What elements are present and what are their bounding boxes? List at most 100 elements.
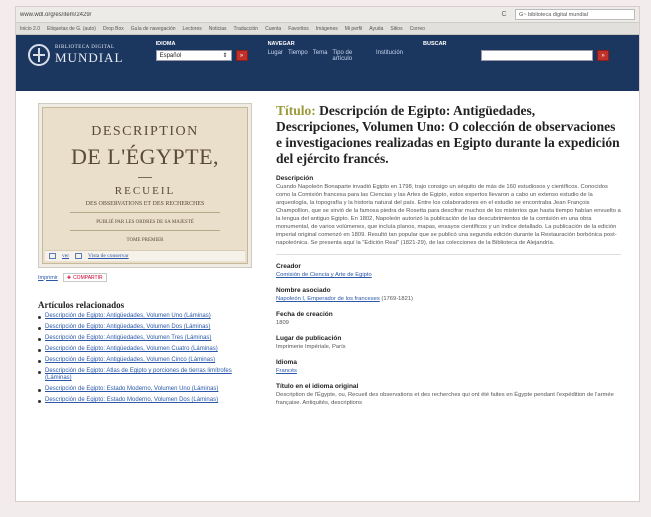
- original-title-label: Título en el idioma original: [276, 383, 359, 390]
- navigate-block: NAVEGAR Lugar Tiempo Tema Tipo de artículo I…: [268, 41, 403, 62]
- share-icon: ✚: [66, 274, 72, 281]
- nav-link[interactable]: Tiempo: [288, 50, 308, 62]
- related-link[interactable]: Descripción de Egipto: Estado Moderno, V…: [45, 386, 218, 393]
- original-title-value: Description de l'Égypte, ou, Recueil des…: [276, 392, 614, 406]
- cover-line-2: DE L'ÉGYPTE,: [70, 144, 220, 169]
- item-language-link[interactable]: Francés: [276, 368, 297, 374]
- language-block: IDIOMA Español ⇕ »: [155, 41, 248, 61]
- title-label: Título:: [276, 103, 316, 118]
- browser-url-bar: www.wdl.org/es/item/2429/ C G~ bibliotec…: [16, 7, 639, 23]
- select-arrows-icon: ⇕: [222, 53, 228, 59]
- share-label: COMPARTIR: [73, 274, 103, 281]
- bullet-icon: [38, 338, 41, 341]
- related-link[interactable]: Descripción de Egipto: Antigüedades, Vol…: [45, 324, 210, 331]
- related-list-item: Descripción de Egipto: Estado Moderno, V…: [38, 397, 260, 404]
- description-label: Descripción: [276, 175, 314, 182]
- item-title: Título: Descripción de Egipto: Antigüeda…: [276, 103, 621, 167]
- address-field[interactable]: www.wdl.org/es/item/2429/: [20, 12, 493, 18]
- right-column: Título: Descripción de Egipto: Antigüeda…: [260, 103, 629, 408]
- bullet-icon: [38, 349, 41, 352]
- related-list-item: Descripción de Egipto: Antigüedades, Vol…: [38, 313, 260, 320]
- bullet-icon: [38, 360, 41, 363]
- related-title: Artículos relacionados: [38, 300, 125, 310]
- bullet-icon: [38, 316, 41, 319]
- share-button[interactable]: ✚ COMPARTIR: [62, 273, 107, 282]
- nav-link[interactable]: Institución: [376, 50, 403, 62]
- search-go-button[interactable]: »: [597, 50, 609, 61]
- bookmark-item[interactable]: Etiquetas de G. (auto): [47, 26, 96, 32]
- language-field: Idioma Francés: [276, 359, 621, 375]
- bookmark-item[interactable]: Correo: [410, 26, 425, 32]
- bookmarks-bar: Inicio 2.0 Etiquetas de G. (auto) Drop Box…: [16, 23, 639, 35]
- language-go-button[interactable]: »: [235, 50, 248, 61]
- bookmark-item[interactable]: Sitios: [390, 26, 402, 32]
- related-list-item: Descripción de Egipto: Atlas de Egipto y…: [38, 368, 260, 382]
- viewer-bar: ver Vista de conservar: [45, 250, 245, 261]
- print-link[interactable]: Imprimir: [38, 275, 58, 281]
- share-row: Imprimir ✚ COMPARTIR: [38, 273, 260, 282]
- bookmark-item[interactable]: Guía de navegación: [131, 26, 176, 32]
- photo-frame: www.wdl.org/es/item/2429/ C G~ bibliotec…: [15, 6, 640, 502]
- created-label: Fecha de creación: [276, 311, 333, 318]
- magnifier-icon: [49, 253, 56, 259]
- bookmark-item[interactable]: Cuenta: [265, 26, 281, 32]
- language-select[interactable]: Español ⇕: [155, 50, 232, 61]
- navigate-label: NAVEGAR: [267, 41, 295, 47]
- description-field: Descripción Cuando Napoleón Bonaparte in…: [276, 175, 621, 247]
- main-content: DESCRIPTION DE L'ÉGYPTE, RECUEIL DES OBS…: [16, 91, 639, 408]
- logo-big-text: MUNDIAL: [55, 49, 124, 65]
- nav-link[interactable]: Lugar: [268, 50, 283, 62]
- created-value: 1809: [276, 320, 289, 326]
- bookmark-item[interactable]: Traducción: [234, 26, 259, 32]
- creator-field: Creador Comisión de Ciencia y Arte de Eg…: [276, 263, 621, 279]
- logo-small-text: BIBLIOTECA DIGITAL: [55, 44, 115, 50]
- cover-line-4: DES OBSERVATIONS ET DES RECHERCHES: [85, 201, 205, 207]
- cover-line-5: PUBLIÉ PAR LES ORDRES DE SA MAJESTÉ: [96, 220, 194, 225]
- globe-icon: [28, 44, 50, 66]
- zoom-link[interactable]: ver: [62, 253, 69, 259]
- related-link[interactable]: Descripción de Egipto: Estado Moderno, V…: [45, 397, 218, 404]
- nav-link[interactable]: Tipo de artículo: [332, 50, 371, 62]
- related-items: Artículos relacionados Descripción de Eg…: [38, 300, 260, 404]
- associated-field: Nombre asociado Napoleón I, Emperador de…: [276, 287, 621, 303]
- bookmark-item[interactable]: Ayuda: [369, 26, 383, 32]
- related-link[interactable]: Descripción de Egipto: Antigüedades, Vol…: [45, 346, 218, 353]
- pages-icon: [75, 253, 83, 259]
- related-list: Descripción de Egipto: Antigüedades, Vol…: [38, 313, 260, 404]
- browser-search-input[interactable]: G~ biblioteca digital mundial: [515, 9, 635, 20]
- reload-icon[interactable]: C: [499, 11, 509, 18]
- bookmark-item[interactable]: Favoritos: [288, 26, 309, 32]
- left-column: DESCRIPTION DE L'ÉGYPTE, RECUEIL DES OBS…: [38, 103, 260, 408]
- site-header: BIBLIOTECA DIGITAL MUNDIAL IDIOMA Españo…: [16, 35, 639, 91]
- title-text: Descripción de Egipto: Antigüedades, Des…: [276, 103, 620, 166]
- created-field: Fecha de creación 1809: [276, 311, 621, 327]
- cover-line-3: RECUEIL: [114, 185, 176, 197]
- site-search-input[interactable]: [481, 50, 593, 61]
- bookmark-item[interactable]: Imágenes: [316, 26, 338, 32]
- associated-link[interactable]: Napoleón I, Emperador de los franceses: [276, 296, 380, 302]
- search-block: BUSCAR »: [423, 41, 609, 61]
- associated-dates: (1769-1821): [381, 296, 413, 302]
- related-list-item: Descripción de Egipto: Antigüedades, Vol…: [38, 324, 260, 331]
- bullet-icon: [38, 371, 41, 374]
- related-link[interactable]: Descripción de Egipto: Atlas de Egipto y…: [45, 368, 260, 382]
- language-select-value: Español: [159, 53, 182, 59]
- bookmark-item[interactable]: Noticias: [209, 26, 227, 32]
- creator-link[interactable]: Comisión de Ciencia y Arte de Egipto: [276, 272, 372, 278]
- related-list-item: Descripción de Egipto: Antigüedades, Vol…: [38, 357, 260, 364]
- related-link[interactable]: Descripción de Egipto: Antigüedades, Vol…: [45, 313, 211, 320]
- bookmark-item[interactable]: Inicio 2.0: [20, 26, 40, 32]
- site-logo[interactable]: BIBLIOTECA DIGITAL MUNDIAL: [28, 44, 156, 66]
- bullet-icon: [38, 400, 41, 403]
- bookmark-item[interactable]: Mi perfil: [345, 26, 363, 32]
- related-link[interactable]: Descripción de Egipto: Antigüedades, Vol…: [45, 335, 211, 342]
- creator-label: Creador: [276, 263, 301, 270]
- item-thumbnail[interactable]: DESCRIPTION DE L'ÉGYPTE, RECUEIL DES OBS…: [38, 103, 252, 268]
- bookmark-item[interactable]: Lectores: [183, 26, 202, 32]
- nav-link[interactable]: Tema: [313, 50, 328, 62]
- language-label: IDIOMA: [155, 41, 176, 47]
- bookmark-item[interactable]: Drop Box: [103, 26, 124, 32]
- tile-view-link[interactable]: Vista de conservar: [88, 253, 129, 259]
- place-field: Lugar de publicación Imprimerie Impérial…: [276, 335, 621, 351]
- related-link[interactable]: Descripción de Egipto: Antigüedades, Vol…: [45, 357, 215, 364]
